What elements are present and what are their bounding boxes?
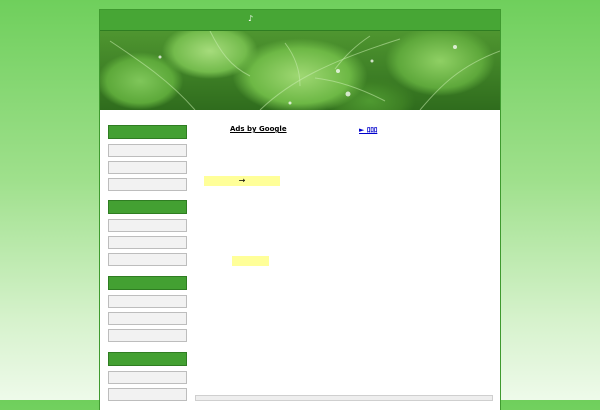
sidebar-item[interactable] <box>108 161 187 174</box>
ads-by-google-link[interactable]: Ads by Google <box>230 125 287 133</box>
highlight-arrow-box[interactable]: → <box>204 176 280 186</box>
sidebar-item[interactable] <box>108 295 187 308</box>
leaf-veins-decoration <box>109 31 500 110</box>
sidebar-item[interactable] <box>108 371 187 384</box>
sidebar-item[interactable] <box>108 253 187 266</box>
sidebar-item[interactable] <box>108 388 187 401</box>
highlight-box[interactable] <box>232 256 269 266</box>
sidebar-section-header-2 <box>108 200 187 214</box>
sidebar-item[interactable] <box>108 329 187 342</box>
sidebar-item[interactable] <box>108 144 187 157</box>
sidebar-section-header-3 <box>108 276 187 290</box>
sidebar-item[interactable] <box>108 219 187 232</box>
sidebar-item[interactable] <box>108 236 187 249</box>
page-container: ♪ Ads by Google ► ﾛﾛﾛ → <box>99 9 501 410</box>
content-footer-bar <box>195 395 493 401</box>
top-header-bar: ♪ <box>100 10 500 31</box>
sidebar-section-header-4 <box>108 352 187 366</box>
music-note-icon: ♪ <box>248 14 254 23</box>
sidebar-item[interactable] <box>108 178 187 191</box>
sidebar-section-header-1 <box>108 125 187 139</box>
leaf-banner-image <box>100 31 500 110</box>
sidebar-item[interactable] <box>108 312 187 325</box>
more-link[interactable]: ► ﾛﾛﾛ <box>359 125 377 135</box>
